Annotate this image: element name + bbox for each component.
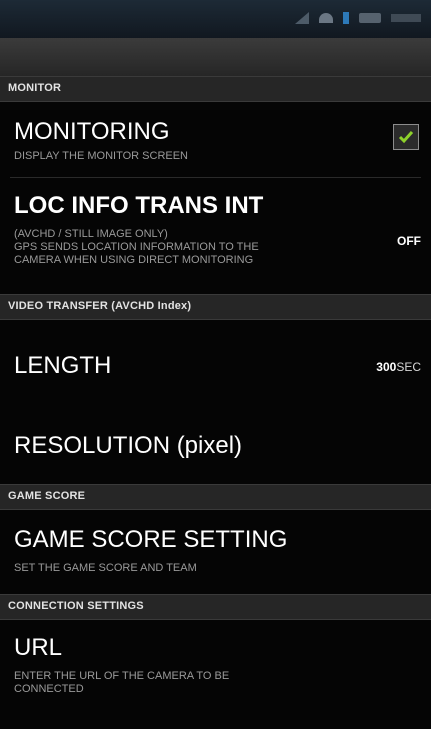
setting-title: URL	[14, 634, 63, 661]
setting-monitoring[interactable]: MONITORING DISPLAY THE MONITOR SCREEN	[0, 102, 431, 178]
action-bar	[0, 38, 431, 77]
section-header-game-score: GAME SCORE	[0, 484, 431, 510]
setting-title: RESOLUTION (pixel)	[14, 432, 243, 459]
status-bar	[0, 0, 431, 38]
check-icon	[398, 131, 414, 144]
length-unit: SEC	[396, 360, 421, 374]
setting-game-score[interactable]: GAME SCORE SETTING SET THE GAME SCORE AN…	[0, 510, 431, 594]
section-label: MONITOR	[8, 82, 62, 94]
setting-description-line-1: (AVCHD / STILL IMAGE ONLY)	[14, 228, 168, 240]
setting-description-line-1: ENTER THE URL OF THE CAMERA TO BE	[14, 670, 230, 682]
wifi-icon	[319, 13, 333, 23]
section-header-monitor: MONITOR	[0, 76, 431, 102]
setting-resolution[interactable]: RESOLUTION (pixel)	[0, 408, 431, 484]
section-label: CONNECTION SETTINGS	[8, 600, 144, 612]
length-value: 300	[376, 360, 397, 374]
bluetooth-icon	[343, 12, 349, 24]
setting-length[interactable]: LENGTH 300SEC	[0, 320, 431, 408]
setting-description-line-2: CONNECTED	[14, 683, 84, 695]
signal-icon	[295, 12, 309, 24]
setting-description: DISPLAY THE MONITOR SCREEN	[14, 150, 189, 162]
setting-description-line-2: GPS SENDS LOCATION INFORMATION TO THE	[14, 241, 259, 253]
settings-screen: MONITOR MONITORING DISPLAY THE MONITOR S…	[0, 0, 431, 729]
monitoring-checkbox[interactable]	[393, 124, 419, 150]
setting-description-line-3: CAMERA WHEN USING DIRECT MONITORING	[14, 254, 254, 266]
battery-icon	[359, 13, 381, 23]
clock	[391, 14, 421, 22]
section-header-video-transfer: VIDEO TRANSFER (AVCHD Index)	[0, 294, 431, 320]
setting-url[interactable]: URL ENTER THE URL OF THE CAMERA TO BE CO…	[0, 620, 431, 714]
setting-title: LENGTH	[14, 352, 112, 379]
section-label: VIDEO TRANSFER (AVCHD Index)	[8, 300, 192, 312]
setting-value: 300SEC	[376, 360, 421, 374]
setting-title: LOC INFO TRANS INT	[14, 192, 264, 219]
setting-title: GAME SCORE SETTING	[14, 526, 288, 553]
setting-description: SET THE GAME SCORE AND TEAM	[14, 562, 197, 574]
section-header-connection: CONNECTION SETTINGS	[0, 594, 431, 620]
setting-value: OFF	[397, 234, 421, 248]
status-icons	[295, 12, 421, 24]
setting-title: MONITORING	[14, 118, 170, 145]
setting-loc-info-trans-int[interactable]: LOC INFO TRANS INT (AVCHD / STILL IMAGE …	[0, 178, 431, 294]
section-label: GAME SCORE	[8, 490, 86, 502]
